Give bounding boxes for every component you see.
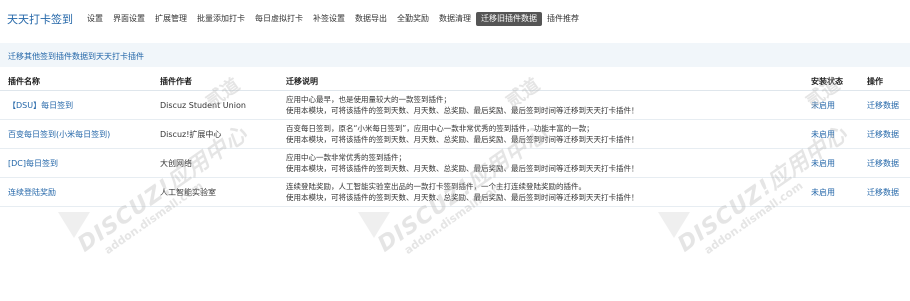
install-status: 未启用 [803, 119, 859, 149]
table-row: 百变每日签到(小米每日签到) Discuz!扩展中心 百变每日签到，原名“小米每… [0, 119, 910, 149]
header-migration-desc: 迁移说明 [278, 72, 803, 91]
header-plugin-name: 插件名称 [0, 72, 152, 91]
nav-item-full-attendance[interactable]: 全勤奖励 [392, 12, 434, 26]
header-install-status: 安装状态 [803, 72, 859, 91]
table-row: 连续登陆奖励 人工智能实验室 连续登陆奖励，人工智能实验室出品的一款打卡签到插件… [0, 177, 910, 207]
migrate-data-link[interactable]: 迁移数据 [859, 177, 910, 207]
watermark-arrow-icon [58, 212, 90, 238]
table-row: [DC]每日签到 大创网络 应用中心一款非常优秀的签到插件； 使用本模块，可将该… [0, 148, 910, 178]
plugin-name: 【DSU】每日签到 [0, 90, 152, 120]
desc-line-2: 使用本模块，可将该插件的签到天数、月天数、总奖励、最后奖励、最后签到时间等迁移到… [286, 193, 639, 202]
plugin-name: 连续登陆奖励 [0, 177, 152, 207]
watermark-arrow-icon [358, 212, 390, 238]
nav-item-data-cleanup[interactable]: 数据清理 [434, 12, 476, 26]
desc-line-2: 使用本模块，可将该插件的签到天数、月天数、总奖励、最后奖励、最后签到时间等迁移到… [286, 135, 639, 144]
migrate-data-link[interactable]: 迁移数据 [859, 90, 910, 120]
section-title: 迁移其他签到插件数据到天天打卡插件 [8, 52, 144, 61]
nav-item-ui-settings[interactable]: 界面设置 [108, 12, 150, 26]
desc-line-1: 连续登陆奖励，人工智能实验室出品的一款打卡签到插件，一个主打连续登陆奖励的插件。 [286, 182, 586, 191]
desc-line-1: 百变每日签到，原名“小米每日签到”，应用中心一款非常优秀的签到插件，功能丰富的一… [286, 124, 594, 133]
app-title: 天天打卡签到 [7, 13, 73, 26]
nav-menu: 设置 界面设置 扩展管理 批量添加打卡 每日虚拟打卡 补签设置 数据导出 全勤奖… [82, 12, 584, 26]
migration-desc: 百变每日签到，原名“小米每日签到”，应用中心一款非常优秀的签到插件，功能丰富的一… [278, 119, 803, 149]
migrate-data-link[interactable]: 迁移数据 [859, 119, 910, 149]
migrate-data-link[interactable]: 迁移数据 [859, 148, 910, 178]
plugin-name: [DC]每日签到 [0, 148, 152, 178]
install-status: 未启用 [803, 148, 859, 178]
top-bar: 天天打卡签到 设置 界面设置 扩展管理 批量添加打卡 每日虚拟打卡 补签设置 数… [0, 0, 910, 36]
nav-item-data-export[interactable]: 数据导出 [350, 12, 392, 26]
nav-item-settings[interactable]: 设置 [82, 12, 108, 26]
nav-item-makeup-settings[interactable]: 补签设置 [308, 12, 350, 26]
desc-line-1: 应用中心最早，也是使用量较大的一款签到插件； [286, 95, 451, 104]
migration-desc: 应用中心最早，也是使用量较大的一款签到插件； 使用本模块，可将该插件的签到天数、… [278, 90, 803, 120]
desc-line-1: 应用中心一款非常优秀的签到插件； [286, 153, 406, 162]
header-action: 操作 [859, 72, 910, 91]
migration-desc: 应用中心一款非常优秀的签到插件； 使用本模块，可将该插件的签到天数、月天数、总奖… [278, 148, 803, 178]
nav-item-migrate-data[interactable]: 迁移旧插件数据 [476, 12, 542, 26]
desc-line-2: 使用本模块，可将该插件的签到天数、月天数、总奖励、最后奖励、最后签到时间等迁移到… [286, 106, 639, 115]
plugin-author: Discuz Student Union [152, 90, 278, 120]
install-status: 未启用 [803, 90, 859, 120]
watermark-arrow-icon [658, 212, 690, 238]
nav-item-extensions[interactable]: 扩展管理 [150, 12, 192, 26]
nav-item-recommend[interactable]: 插件推荐 [542, 12, 584, 26]
install-status: 未启用 [803, 177, 859, 207]
table-header-row: 插件名称 插件作者 迁移说明 安装状态 操作 [0, 72, 910, 91]
table-row: 【DSU】每日签到 Discuz Student Union 应用中心最早，也是… [0, 90, 910, 120]
migration-desc: 连续登陆奖励，人工智能实验室出品的一款打卡签到插件，一个主打连续登陆奖励的插件。… [278, 177, 803, 207]
plugin-name: 百变每日签到(小米每日签到) [0, 119, 152, 149]
plugin-author: Discuz!扩展中心 [152, 119, 278, 149]
nav-item-virtual-checkin[interactable]: 每日虚拟打卡 [250, 12, 308, 26]
migration-table: 插件名称 插件作者 迁移说明 安装状态 操作 【DSU】每日签到 Discuz … [0, 72, 910, 207]
header-plugin-author: 插件作者 [152, 72, 278, 91]
section-header: 迁移其他签到插件数据到天天打卡插件 [0, 43, 910, 67]
nav-item-batch-add[interactable]: 批量添加打卡 [192, 12, 250, 26]
desc-line-2: 使用本模块，可将该插件的签到天数、月天数、总奖励、最后奖励、最后签到时间等迁移到… [286, 164, 639, 173]
plugin-author: 大创网络 [152, 148, 278, 178]
plugin-author: 人工智能实验室 [152, 177, 278, 207]
